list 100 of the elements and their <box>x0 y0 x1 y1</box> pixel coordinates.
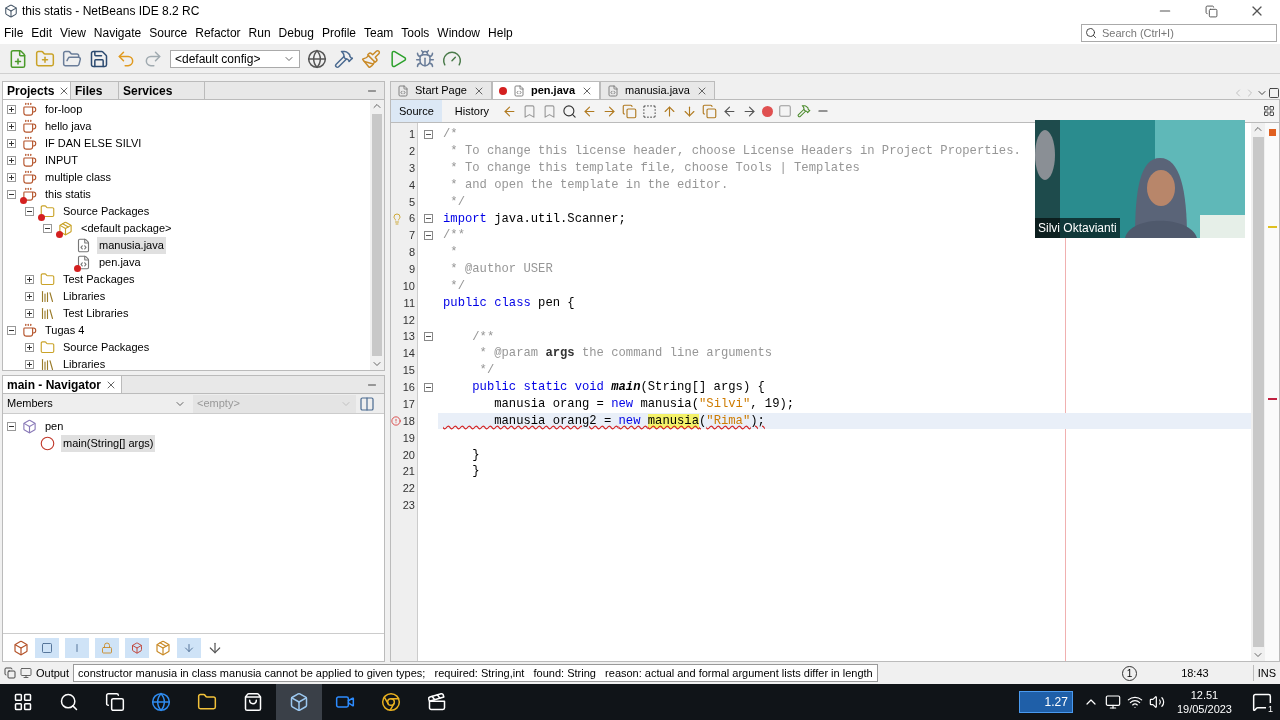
hammer-icon[interactable] <box>797 104 812 118</box>
restore-icon[interactable] <box>4 667 16 679</box>
tree-item[interactable]: <default package> <box>79 220 174 237</box>
members-dropdown[interactable]: Members <box>3 394 190 413</box>
tree-item[interactable]: Tugas 4 <box>43 322 87 339</box>
clock-time[interactable]: 12.51 <box>1190 688 1219 702</box>
open-folder-icon[interactable] <box>62 48 82 69</box>
editor-tab[interactable]: pen.java <box>492 81 600 99</box>
expand-toggle[interactable] <box>7 156 16 165</box>
menu-item[interactable]: Profile <box>318 24 360 42</box>
menu-item[interactable]: File <box>0 24 28 42</box>
tree-item[interactable]: this statis <box>43 186 93 203</box>
menu-item[interactable]: Team <box>360 24 398 42</box>
record-icon[interactable] <box>762 105 774 117</box>
fold-toggle[interactable] <box>423 332 433 342</box>
tree-item[interactable]: pen.java <box>97 254 143 271</box>
output-button[interactable]: Output <box>20 664 70 682</box>
run-icon[interactable] <box>388 48 408 69</box>
view-tab[interactable]: Source <box>391 100 442 122</box>
menu-item[interactable]: Run <box>244 24 275 42</box>
tree-item[interactable]: multiple class <box>43 169 114 186</box>
expand-toggle[interactable] <box>25 309 34 318</box>
selection-icon[interactable] <box>642 103 658 119</box>
search-icon[interactable] <box>562 103 578 119</box>
expand-toggle[interactable] <box>7 139 16 148</box>
error-stripe[interactable] <box>1267 398 1277 400</box>
menu-item[interactable]: Window <box>433 24 485 42</box>
expand-toggle[interactable] <box>25 343 34 352</box>
collapse-toggle[interactable] <box>7 422 16 431</box>
filter-button[interactable] <box>125 637 149 658</box>
menu-item[interactable]: Edit <box>27 24 57 42</box>
search-field[interactable]: Search (Ctrl+I) <box>1081 24 1277 42</box>
editor-tab[interactable]: Start Page <box>390 81 492 99</box>
tree-item[interactable]: Source Packages <box>61 203 152 220</box>
fold-toggle[interactable] <box>423 129 433 139</box>
menu-item[interactable]: Help <box>484 24 517 42</box>
globe-icon[interactable] <box>307 48 327 69</box>
tree-item[interactable]: Libraries <box>61 288 108 305</box>
tree-item[interactable]: for-loop <box>43 101 85 118</box>
tree-item[interactable]: hello java <box>43 118 94 135</box>
expand-toggle[interactable] <box>7 105 16 114</box>
tree-item[interactable]: main(String[] args) <box>61 435 156 452</box>
menu-item[interactable]: Refactor <box>191 24 245 42</box>
arrow-right-icon[interactable] <box>742 103 758 119</box>
panel-tab[interactable]: main - Navigator <box>3 376 123 393</box>
wifi-icon[interactable] <box>1126 694 1143 710</box>
split-icon[interactable] <box>1263 105 1275 117</box>
collapse-toggle[interactable] <box>43 224 52 233</box>
collapse-toggle[interactable] <box>7 326 16 335</box>
package-icon[interactable] <box>155 639 171 656</box>
expand-toggle[interactable] <box>25 360 34 369</box>
tree-item[interactable]: Test Packages <box>61 271 137 288</box>
panel-tab[interactable]: Services <box>119 82 205 99</box>
taskbar-button[interactable] <box>276 684 322 720</box>
panel-icon[interactable] <box>359 395 375 412</box>
clock-date[interactable]: 19/05/2023 <box>1176 702 1232 716</box>
panel-tab[interactable]: Projects <box>3 82 71 99</box>
expand-toggle[interactable] <box>25 275 34 284</box>
arrow-down-icon[interactable] <box>682 103 698 119</box>
tree-item[interactable]: IF DAN ELSE SILVI <box>43 135 144 152</box>
save-icon[interactable] <box>89 48 109 69</box>
cube-icon[interactable] <box>13 639 29 656</box>
menu-item[interactable]: Source <box>145 24 192 42</box>
menu-item[interactable]: View <box>56 24 90 42</box>
menu-item[interactable]: Debug <box>274 24 318 42</box>
fold-toggle[interactable] <box>423 231 433 241</box>
hammer-icon[interactable] <box>334 48 354 69</box>
panel-tab[interactable]: Files <box>71 82 119 99</box>
arrow-right-icon[interactable] <box>602 103 618 119</box>
config-dropdown[interactable]: <default config> <box>170 49 300 68</box>
new-file-icon[interactable] <box>8 48 28 69</box>
expand-toggle[interactable] <box>25 292 34 301</box>
copy-icon[interactable] <box>702 103 718 119</box>
collapse-toggle[interactable] <box>7 190 16 199</box>
brush-icon[interactable] <box>361 48 381 69</box>
monitor-icon[interactable] <box>1104 694 1121 710</box>
filter-button[interactable] <box>95 637 119 658</box>
editor-tab[interactable]: manusia.java <box>600 81 715 99</box>
tree-item[interactable]: pen <box>43 418 66 435</box>
menu-item[interactable]: Tools <box>397 24 434 42</box>
tree-item[interactable]: INPUT <box>43 152 80 169</box>
filter-button[interactable] <box>35 637 59 658</box>
bug-icon[interactable] <box>415 48 435 69</box>
menu-item[interactable]: Navigate <box>89 24 146 42</box>
volume-icon[interactable] <box>1148 694 1165 710</box>
tree-item[interactable]: Source Packages <box>61 339 152 356</box>
tree-item[interactable]: Libraries <box>61 356 108 370</box>
expand-toggle[interactable] <box>7 122 16 131</box>
maximize-icon[interactable] <box>1268 87 1280 99</box>
fold-toggle[interactable] <box>423 214 433 224</box>
expand-toggle[interactable] <box>7 173 16 182</box>
view-tab[interactable]: History <box>446 100 498 122</box>
tree-item[interactable]: manusia.java <box>97 237 166 254</box>
collapse-toggle[interactable] <box>25 207 34 216</box>
error-stripe[interactable] <box>1268 129 1276 136</box>
meter-widget[interactable]: 1.27 <box>1018 691 1073 713</box>
fold-toggle[interactable] <box>423 382 433 392</box>
tree-item[interactable]: Test Libraries <box>61 305 131 322</box>
restore-icon[interactable] <box>1204 4 1218 18</box>
copy-icon[interactable] <box>622 103 638 119</box>
